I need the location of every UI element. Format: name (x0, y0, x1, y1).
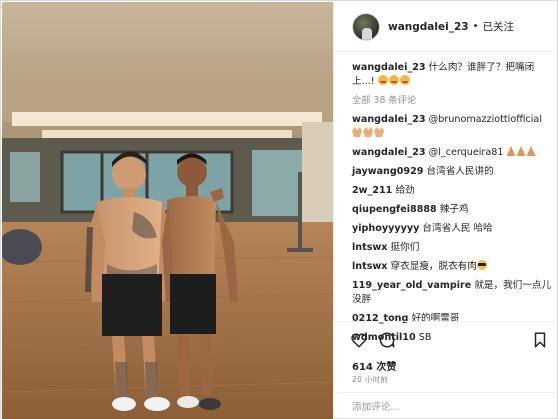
following-button[interactable]: 已关注 (482, 19, 514, 34)
comment-item: yiphoyyyyyy 台湾省人民 哈哈 (352, 222, 552, 236)
header-separator: • (472, 21, 479, 32)
comment-item: wangdalei_23 @l_cerqueira81 (352, 146, 552, 160)
post-side-panel: wangdalei_23 • 已关注 wangdalei_23 什么肉？谁胖了？… (333, 2, 558, 419)
comment-text: @l_cerqueira81 (428, 147, 504, 158)
comment-text: 台湾省人民讲的 (426, 166, 494, 177)
comment-username[interactable]: lntswx (352, 261, 387, 272)
comment-item: lntswx 挺你们 (352, 241, 552, 255)
bookmark-icon[interactable] (531, 331, 549, 349)
comment-text: 台湾省人民 哈哈 (422, 223, 493, 234)
post-header: wangdalei_23 • 已关注 (334, 2, 558, 52)
comment-item: 119_year_old_vampire 就是，我们一点儿没胖 (352, 279, 552, 307)
comment-rows: wangdalei_23 @brunomazziottiofficial wang… (352, 113, 552, 345)
avatar[interactable] (352, 12, 380, 41)
comment-username[interactable]: jaywang0929 (352, 166, 423, 177)
comment-text: 穿衣显瘦，脱衣有肉 (390, 261, 477, 272)
action-bar: 614 次赞 20 小时前 (334, 321, 558, 419)
clap-icon (352, 127, 385, 139)
add-comment-input[interactable] (352, 401, 512, 413)
comment-text: 挺你们 (390, 242, 420, 253)
likes-count[interactable]: 614 次赞 (352, 358, 396, 373)
post-photo[interactable] (2, 2, 333, 419)
pray-icon (503, 146, 536, 158)
add-comment-bar (334, 392, 558, 419)
instagram-post-window: wangdalei_23 • 已关注 wangdalei_23 什么肉？谁胖了？… (0, 0, 558, 419)
gym-photo-illustration (2, 2, 333, 419)
comment-username[interactable]: wangdalei_23 (352, 114, 426, 125)
comment-username[interactable]: 119_year_old_vampire (352, 280, 471, 291)
grimace-icon (377, 75, 411, 87)
comment-icon[interactable] (378, 331, 396, 349)
comment-username[interactable]: 2w_211 (352, 185, 392, 196)
comment-username[interactable]: yiphoyyyyyy (352, 223, 419, 234)
header-username[interactable]: wangdalei_23 (388, 21, 469, 33)
comments-list: wangdalei_23 什么肉？谁胖了？把嘴闭上...! 全部 38 条评论 … (352, 61, 552, 350)
comment-username[interactable]: wangdalei_23 (352, 147, 426, 158)
comment-item: qiupengfei8888 辣子鸡 (352, 203, 552, 217)
comment-text: @brunomazziottiofficial (428, 114, 542, 125)
comment-username[interactable]: lntswx (352, 242, 387, 253)
comment-username[interactable]: qiupengfei8888 (352, 204, 437, 215)
comment-text: 辣子鸡 (439, 204, 469, 215)
heart-icon[interactable] (350, 331, 368, 349)
comment-item: 2w_211 给劲 (352, 184, 552, 198)
comment-item: jaywang0929 台湾省人民讲的 (352, 165, 552, 179)
caption-username[interactable]: wangdalei_23 (352, 62, 426, 73)
post-timestamp: 20 小时前 (352, 375, 389, 384)
comment-item: wangdalei_23 @brunomazziottiofficial (352, 113, 552, 141)
load-more-comments[interactable]: 全部 38 条评论 (352, 94, 552, 108)
comment-item: lntswx 穿衣显瘦，脱衣有肉 (352, 260, 552, 274)
caption: wangdalei_23 什么肉？谁胖了？把嘴闭上...! (352, 61, 552, 89)
comment-text: 给劲 (395, 185, 415, 196)
sunglasses-icon (476, 260, 487, 272)
